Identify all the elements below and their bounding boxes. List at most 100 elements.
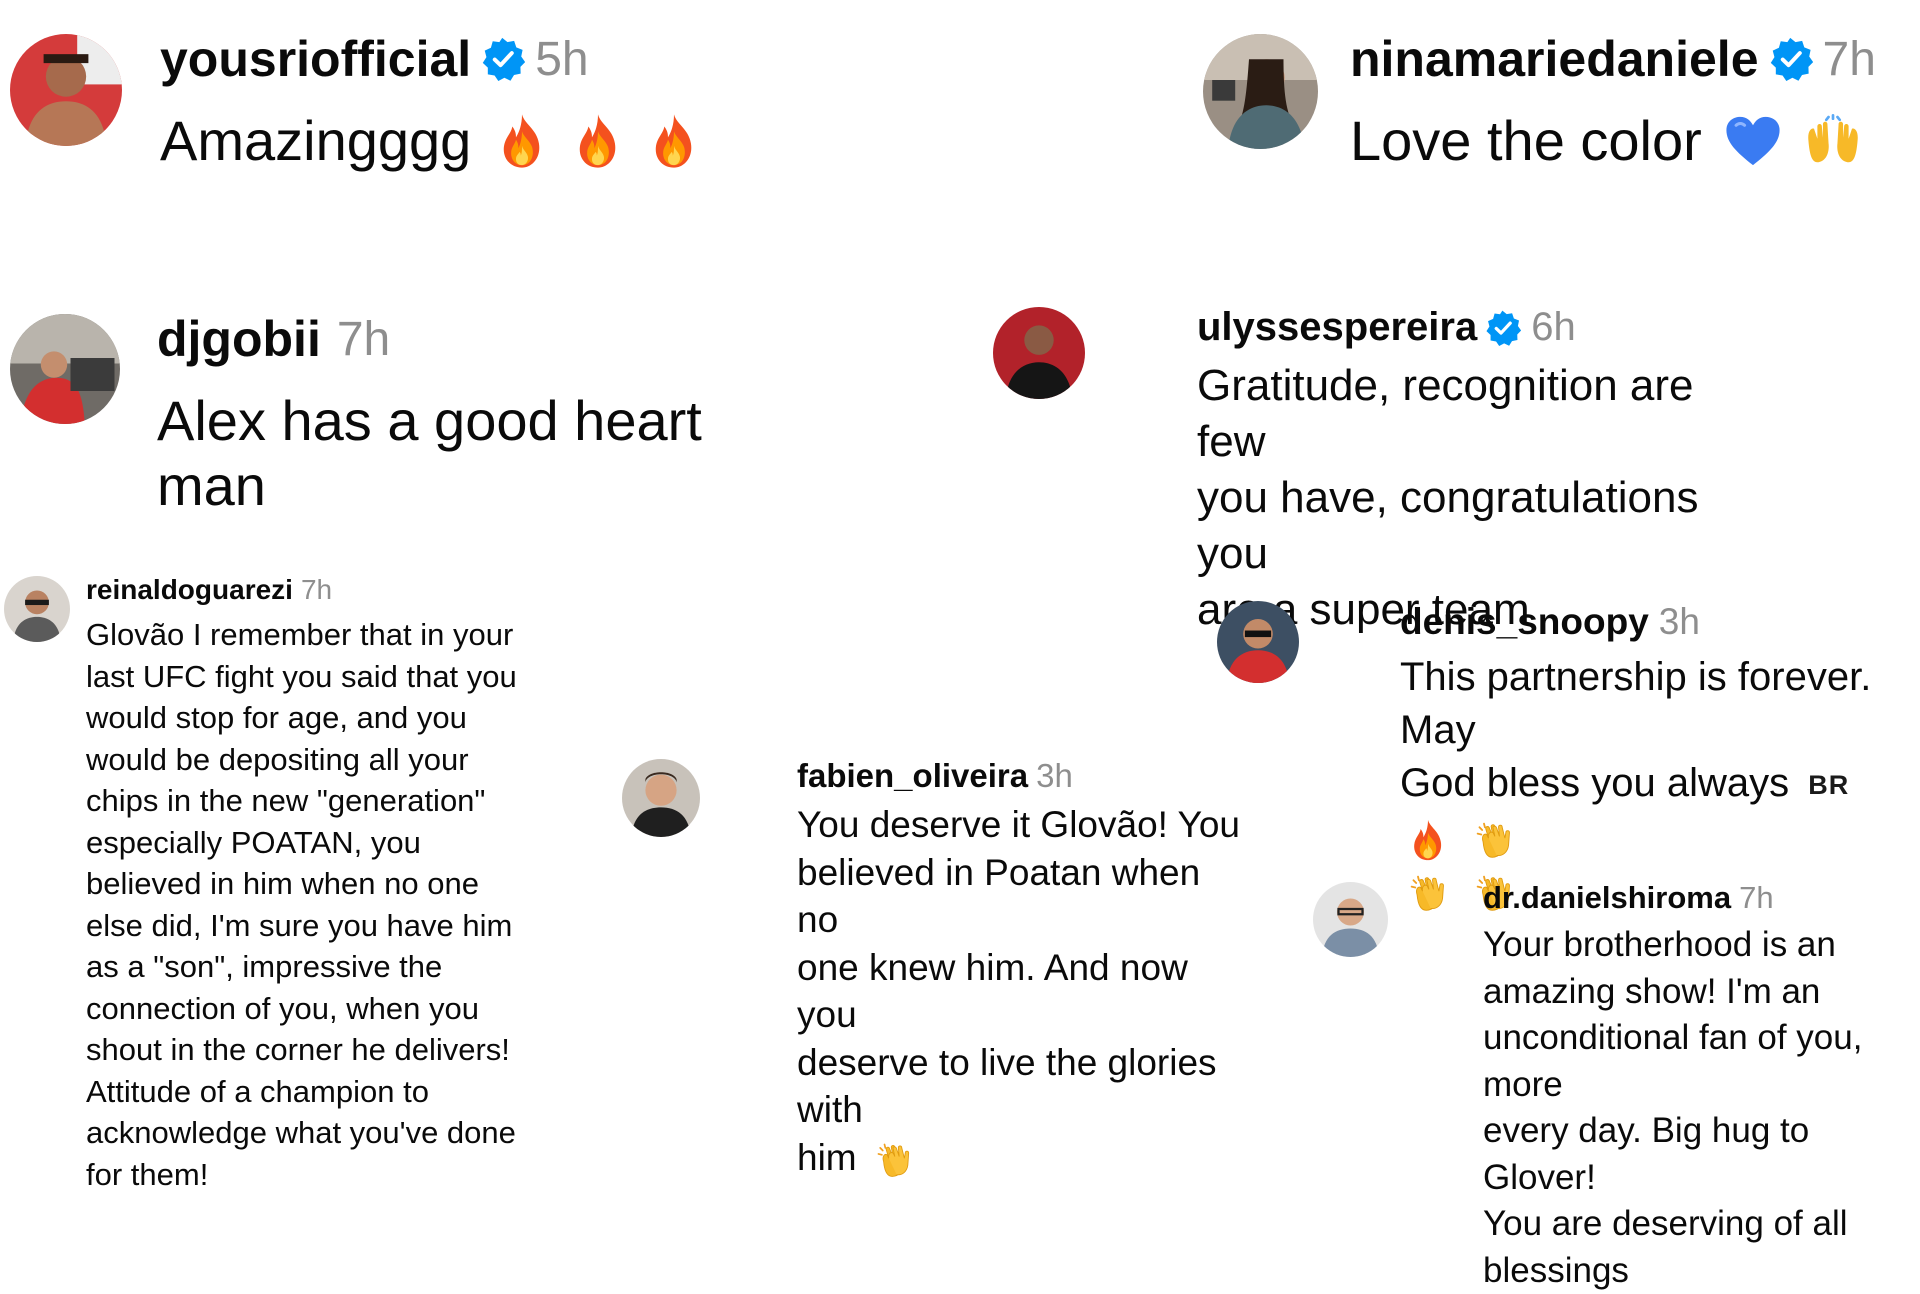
brazil-flag-icon: BR — [1808, 770, 1849, 800]
avatar[interactable] — [1313, 882, 1388, 957]
comment-content: reinaldoguarezi 7h Glovão I remember tha… — [86, 574, 564, 1195]
avatar[interactable] — [993, 307, 1085, 399]
comment-item: ulyssespereira 6h Gratitude, recognition… — [993, 305, 1753, 638]
fire-emoji-icon — [573, 112, 623, 170]
comment-content: ulyssespereira 6h Gratitude, recognition… — [1197, 305, 1753, 638]
comment-text-line: blessings — [1483, 1248, 1920, 1294]
comment-text-line-end: God bless you always — [1400, 761, 1789, 805]
comment-text-line: for them! — [86, 1154, 564, 1196]
comment-text-line: else did, I'm sure you have him — [86, 905, 564, 947]
comment-item: yousriofficial 5h Amazingggg — [10, 30, 730, 173]
comment-text-body: Amazingggg — [160, 108, 471, 173]
comment-text-line: chips in the new "generation" — [86, 780, 564, 822]
comment-text: Glovão I remember that in your last UFC … — [86, 614, 564, 1195]
timestamp: 6h — [1531, 305, 1576, 350]
comment-text-line: one knew him. And now you — [797, 944, 1242, 1039]
comment-text-line-end: him — [797, 1137, 857, 1178]
username[interactable]: denis_snoopy — [1400, 601, 1649, 643]
username[interactable]: ulyssespereira — [1197, 305, 1477, 350]
username[interactable]: ninamariedaniele — [1350, 30, 1759, 88]
username[interactable]: fabien_oliveira — [797, 757, 1028, 795]
comment-text-line: every day. Big hug to Glover! — [1483, 1108, 1920, 1201]
comment-text-line: as a "son", impressive the — [86, 946, 564, 988]
timestamp: 7h — [337, 312, 390, 367]
comment-item: ninamariedaniele 7h Love the color — [1203, 30, 1903, 173]
timestamp: 3h — [1036, 757, 1073, 795]
comment-text: You deserve it Glovão! You believed in P… — [797, 801, 1242, 1181]
comment-content: denis_snoopy 3h This partnership is fore… — [1400, 601, 1920, 918]
comment-text-line: shout in the corner he delivers! — [86, 1029, 564, 1071]
timestamp: 7h — [301, 574, 332, 606]
comment-text-line: would be depositing all your — [86, 739, 564, 781]
comment-text-body: Love the color — [1350, 108, 1702, 173]
avatar[interactable] — [4, 576, 70, 642]
comment-text-line: believed in Poatan when no — [797, 849, 1242, 944]
comment-header: djgobii 7h — [157, 310, 810, 368]
comment-text-line: would stop for age, and you — [86, 697, 564, 739]
comment-header: fabien_oliveira 3h — [797, 757, 1242, 795]
clapping-hands-emoji-icon — [1474, 818, 1514, 862]
comment-text-line: You deserve it Glovão! You — [797, 801, 1242, 849]
comment-header: dr.danielshiroma 7h — [1483, 880, 1920, 916]
comment-item: fabien_oliveira 3h You deserve it Glovão… — [622, 757, 1242, 1181]
verified-badge-icon — [481, 37, 525, 81]
username[interactable]: dr.danielshiroma — [1483, 880, 1731, 916]
comment-text: Amazingggg — [160, 108, 730, 173]
avatar[interactable] — [1217, 601, 1299, 683]
timestamp: 7h — [1739, 880, 1773, 916]
comment-text-line: amazing show! I'm an — [1483, 969, 1920, 1016]
comment-text-line: Your brotherhood is an — [1483, 922, 1920, 969]
timestamp: 5h — [535, 32, 588, 87]
comment-text: Love the color — [1350, 108, 1903, 173]
comment-header: reinaldoguarezi 7h — [86, 574, 564, 606]
comment-text-line: unconditional fan of you, more — [1483, 1015, 1920, 1108]
comment-text-line: This partnership is forever. May — [1400, 651, 1920, 757]
username[interactable]: reinaldoguarezi — [86, 574, 293, 606]
comment-text-line: last UFC fight you said that you — [86, 656, 564, 698]
avatar[interactable] — [10, 314, 120, 424]
comment-text-line: believed in him when no one — [86, 863, 564, 905]
comment-text-line: especially POATAN, you — [86, 822, 564, 864]
comment-text-line: connection of you, when you — [86, 988, 564, 1030]
comment-item: dr.danielshiroma 7h Your brotherhood is … — [1313, 880, 1920, 1294]
avatar[interactable] — [1203, 34, 1318, 149]
fire-emoji-icon — [649, 112, 699, 170]
comment-item: reinaldoguarezi 7h Glovão I remember tha… — [4, 574, 564, 1195]
comment-item: djgobii 7h Alex has a good heart man — [10, 310, 810, 518]
comment-text-line: you have, congratulations you — [1197, 470, 1753, 582]
comment-text-line: Glovão I remember that in your — [86, 614, 564, 656]
comment-text: Alex has a good heart man — [157, 388, 810, 518]
comment-text-line: deserve to live the glories with — [797, 1039, 1242, 1134]
comment-item: denis_snoopy 3h This partnership is fore… — [1217, 601, 1920, 918]
username[interactable]: djgobii — [157, 310, 321, 368]
comment-content: djgobii 7h Alex has a good heart man — [157, 310, 810, 518]
comment-text: This partnership is forever. May God ble… — [1400, 651, 1920, 918]
verified-badge-icon — [1769, 37, 1813, 81]
avatar[interactable] — [622, 759, 700, 837]
clapping-hands-emoji-icon — [875, 1141, 913, 1179]
comment-text-line: acknowledge what you've done — [86, 1112, 564, 1154]
comment-header: yousriofficial 5h — [160, 30, 730, 88]
comment-content: fabien_oliveira 3h You deserve it Glovão… — [797, 757, 1242, 1181]
fire-emoji-icon — [1408, 818, 1448, 862]
fire-emoji-icon — [497, 112, 547, 170]
comment-header: ninamariedaniele 7h — [1350, 30, 1903, 88]
verified-badge-icon — [1485, 310, 1521, 346]
timestamp: 7h — [1823, 32, 1876, 87]
comment-text: Gratitude, recognition are few you have,… — [1197, 358, 1753, 638]
username[interactable]: yousriofficial — [160, 30, 471, 88]
comment-text-line: You are deserving of all — [1483, 1201, 1920, 1248]
comment-content: dr.danielshiroma 7h Your brotherhood is … — [1483, 880, 1920, 1294]
raising-hands-emoji-icon — [1804, 112, 1862, 170]
comment-header: denis_snoopy 3h — [1400, 601, 1920, 643]
timestamp: 3h — [1659, 601, 1700, 643]
comment-text-line: Gratitude, recognition are few — [1197, 358, 1753, 470]
comment-text-line: God bless you always BR — [1400, 757, 1920, 865]
comment-text-line: him — [797, 1134, 1242, 1182]
avatar[interactable] — [10, 34, 122, 146]
blue-heart-emoji-icon — [1724, 112, 1782, 170]
comment-text-line: Attitude of a champion to — [86, 1071, 564, 1113]
comment-content: yousriofficial 5h Amazingggg — [160, 30, 730, 173]
comment-text: Your brotherhood is an amazing show! I'm… — [1483, 922, 1920, 1294]
comment-content: ninamariedaniele 7h Love the color — [1350, 30, 1903, 173]
